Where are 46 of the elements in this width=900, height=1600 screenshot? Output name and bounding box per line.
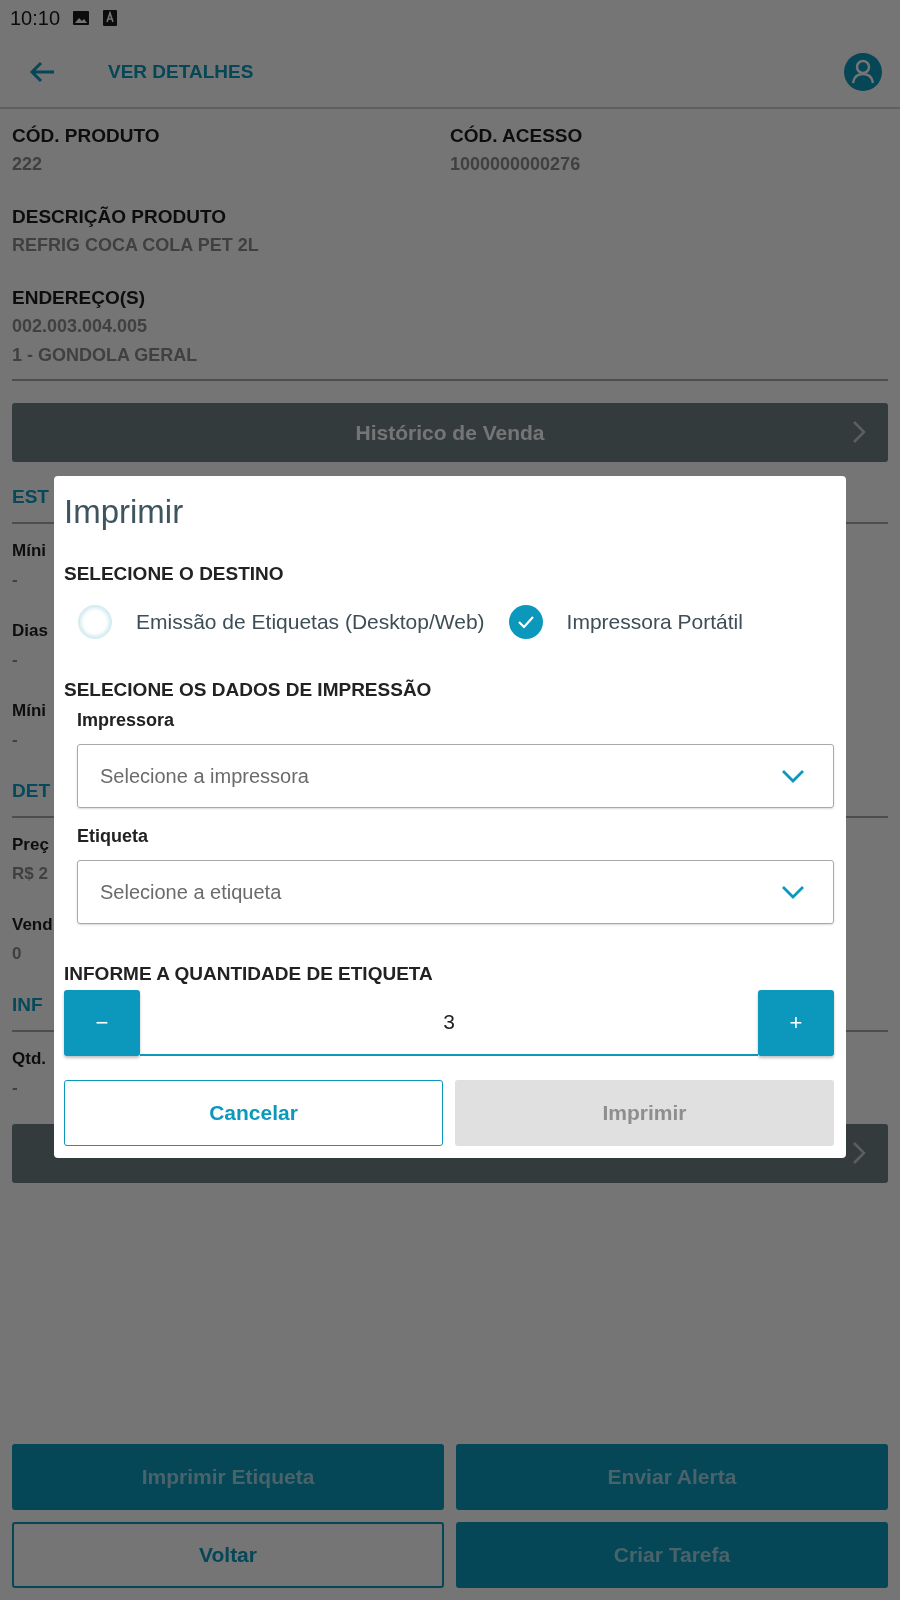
check-icon	[516, 615, 535, 629]
chevron-down-icon	[781, 769, 805, 783]
field-label: CÓD. ACESSO	[450, 124, 583, 148]
chevron-right-icon	[852, 1141, 866, 1165]
field-label: ENDEREÇO(S)	[12, 286, 145, 310]
field-value: -	[12, 729, 18, 751]
sales-history-button[interactable]: Histórico de Venda	[12, 403, 888, 462]
radio-label: Impressora Portátil	[566, 610, 743, 634]
chevron-down-icon	[781, 885, 805, 899]
radio-button[interactable]	[78, 605, 112, 639]
radio-label: Emissão de Etiquetas (Desktop/Web)	[136, 610, 485, 634]
status-time: 10:10	[10, 6, 61, 30]
section-title: DET	[12, 779, 50, 803]
font-icon	[102, 9, 119, 27]
field-label: CÓD. PRODUTO	[12, 124, 160, 148]
back-arrow-icon[interactable]	[28, 59, 56, 84]
page-title: VER DETALHES	[108, 60, 255, 83]
field-label: Míni	[12, 540, 46, 562]
dialog-button[interactable]: Cancelar	[64, 1080, 443, 1146]
field-label: Qtd.	[12, 1048, 46, 1070]
decrement-button[interactable]: −	[64, 990, 140, 1056]
field-value: -	[12, 649, 18, 671]
field-label: Impressora	[77, 709, 175, 732]
avatar-icon[interactable]	[844, 52, 882, 91]
field-label: Vend	[12, 914, 53, 936]
section-heading: INFORME A QUANTIDADE DE ETIQUETA	[64, 962, 433, 986]
action-button[interactable]: Voltar	[12, 1522, 444, 1588]
field-value: -	[12, 569, 18, 591]
section-title: EST	[12, 485, 49, 509]
image-icon	[72, 9, 91, 27]
increment-button[interactable]: +	[758, 990, 834, 1056]
field-label: Preç	[12, 834, 49, 856]
section-heading: SELECIONE OS DADOS DE IMPRESSÃO	[64, 678, 432, 702]
field-value: -	[12, 1077, 18, 1099]
field-label: Dias	[12, 620, 48, 642]
field-label: Míni	[12, 700, 46, 722]
field-label: Etiqueta	[77, 825, 148, 848]
dialog-title: Imprimir	[64, 492, 184, 532]
section-heading: SELECIONE O DESTINO	[64, 562, 284, 586]
section-title: INF	[12, 993, 43, 1017]
field-label: DESCRIÇÃO PRODUTO	[12, 205, 226, 229]
chevron-right-icon	[852, 420, 866, 444]
dropdown-field[interactable]: Selecione a impressora	[77, 744, 834, 808]
radio-button[interactable]	[508, 605, 543, 639]
dropdown-field[interactable]: Selecione a etiqueta	[77, 860, 834, 924]
quantity-field[interactable]: 3	[140, 990, 758, 1056]
